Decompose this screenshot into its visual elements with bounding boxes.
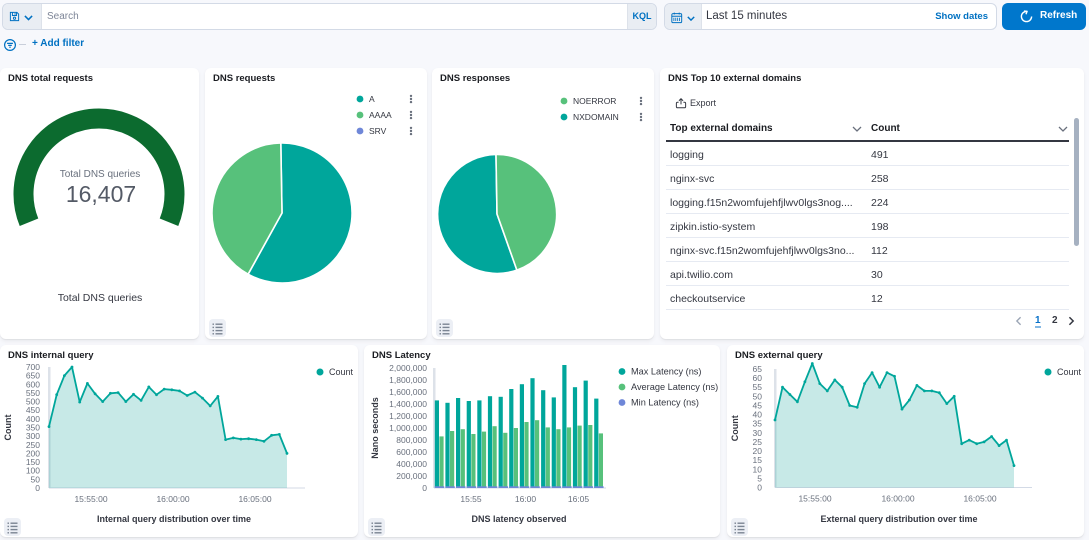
svg-text:Average Latency (ns): Average Latency (ns): [631, 382, 718, 392]
svg-text:Count: Count: [730, 415, 740, 441]
svg-text:35: 35: [753, 419, 763, 429]
svg-text:550: 550: [26, 388, 40, 398]
svg-text:40: 40: [753, 410, 763, 420]
svg-text:500: 500: [26, 397, 40, 407]
svg-text:55: 55: [753, 382, 763, 392]
svg-text:150: 150: [26, 457, 40, 467]
svg-text:45: 45: [753, 400, 763, 410]
svg-text:10: 10: [753, 464, 763, 474]
svg-text:300: 300: [26, 431, 40, 441]
svg-text:Min Latency (ns): Min Latency (ns): [631, 398, 699, 408]
svg-text:600,000: 600,000: [396, 447, 427, 457]
svg-text:700: 700: [26, 362, 40, 372]
svg-text:350: 350: [26, 423, 40, 433]
svg-text:DNS latency observed: DNS latency observed: [471, 514, 566, 524]
svg-text:External query distribution ov: External query distribution over time: [820, 514, 977, 524]
svg-text:200,000: 200,000: [396, 471, 427, 481]
svg-text:Count: Count: [1057, 367, 1082, 377]
svg-text:16:05:00: 16:05:00: [963, 494, 996, 504]
svg-text:16:00:00: 16:00:00: [156, 494, 189, 504]
svg-text:1,000,000: 1,000,000: [389, 423, 427, 433]
svg-text:0: 0: [422, 483, 427, 493]
svg-text:Count: Count: [3, 415, 13, 441]
svg-text:1,800,000: 1,800,000: [389, 375, 427, 385]
svg-text:Count: Count: [329, 367, 354, 377]
svg-text:16,407: 16,407: [66, 181, 136, 207]
svg-text:Nano seconds: Nano seconds: [370, 397, 380, 459]
svg-text:AAAA: AAAA: [369, 110, 392, 120]
svg-text:450: 450: [26, 405, 40, 415]
svg-text:2,000,000: 2,000,000: [389, 363, 427, 373]
svg-text:1,600,000: 1,600,000: [389, 387, 427, 397]
svg-text:100: 100: [26, 466, 40, 476]
svg-text:65: 65: [753, 364, 763, 374]
svg-text:NOERROR: NOERROR: [573, 96, 616, 106]
svg-text:30: 30: [753, 428, 763, 438]
svg-text:SRV: SRV: [369, 126, 387, 136]
svg-text:NXDOMAIN: NXDOMAIN: [573, 112, 619, 122]
svg-text:400,000: 400,000: [396, 459, 427, 469]
svg-text:5: 5: [757, 473, 762, 483]
svg-text:Total DNS queries: Total DNS queries: [58, 292, 143, 304]
svg-text:0: 0: [35, 483, 40, 493]
svg-text:Max Latency (ns): Max Latency (ns): [631, 367, 701, 377]
svg-text:650: 650: [26, 371, 40, 381]
svg-text:50: 50: [31, 474, 41, 484]
svg-text:A: A: [369, 94, 375, 104]
svg-text:200: 200: [26, 448, 40, 458]
svg-text:20: 20: [753, 446, 763, 456]
svg-text:50: 50: [753, 391, 763, 401]
svg-text:1,200,000: 1,200,000: [389, 411, 427, 421]
svg-text:600: 600: [26, 379, 40, 389]
svg-text:Internal query distribution ov: Internal query distribution over time: [97, 514, 251, 524]
svg-text:400: 400: [26, 414, 40, 424]
svg-text:1,400,000: 1,400,000: [389, 399, 427, 409]
svg-text:16:05:00: 16:05:00: [238, 494, 271, 504]
svg-text:800,000: 800,000: [396, 435, 427, 445]
svg-text:250: 250: [26, 440, 40, 450]
svg-text:15:55:00: 15:55:00: [74, 494, 107, 504]
svg-text:15: 15: [753, 455, 763, 465]
svg-text:25: 25: [753, 437, 763, 447]
svg-text:15:55:00: 15:55:00: [798, 494, 831, 504]
svg-text:60: 60: [753, 373, 763, 383]
svg-text:16:00: 16:00: [515, 494, 537, 504]
svg-text:16:00:00: 16:00:00: [881, 494, 914, 504]
svg-text:0: 0: [757, 483, 762, 493]
svg-text:Total DNS queries: Total DNS queries: [60, 169, 141, 180]
svg-text:16:05: 16:05: [568, 494, 590, 504]
svg-text:15:55: 15:55: [460, 494, 482, 504]
